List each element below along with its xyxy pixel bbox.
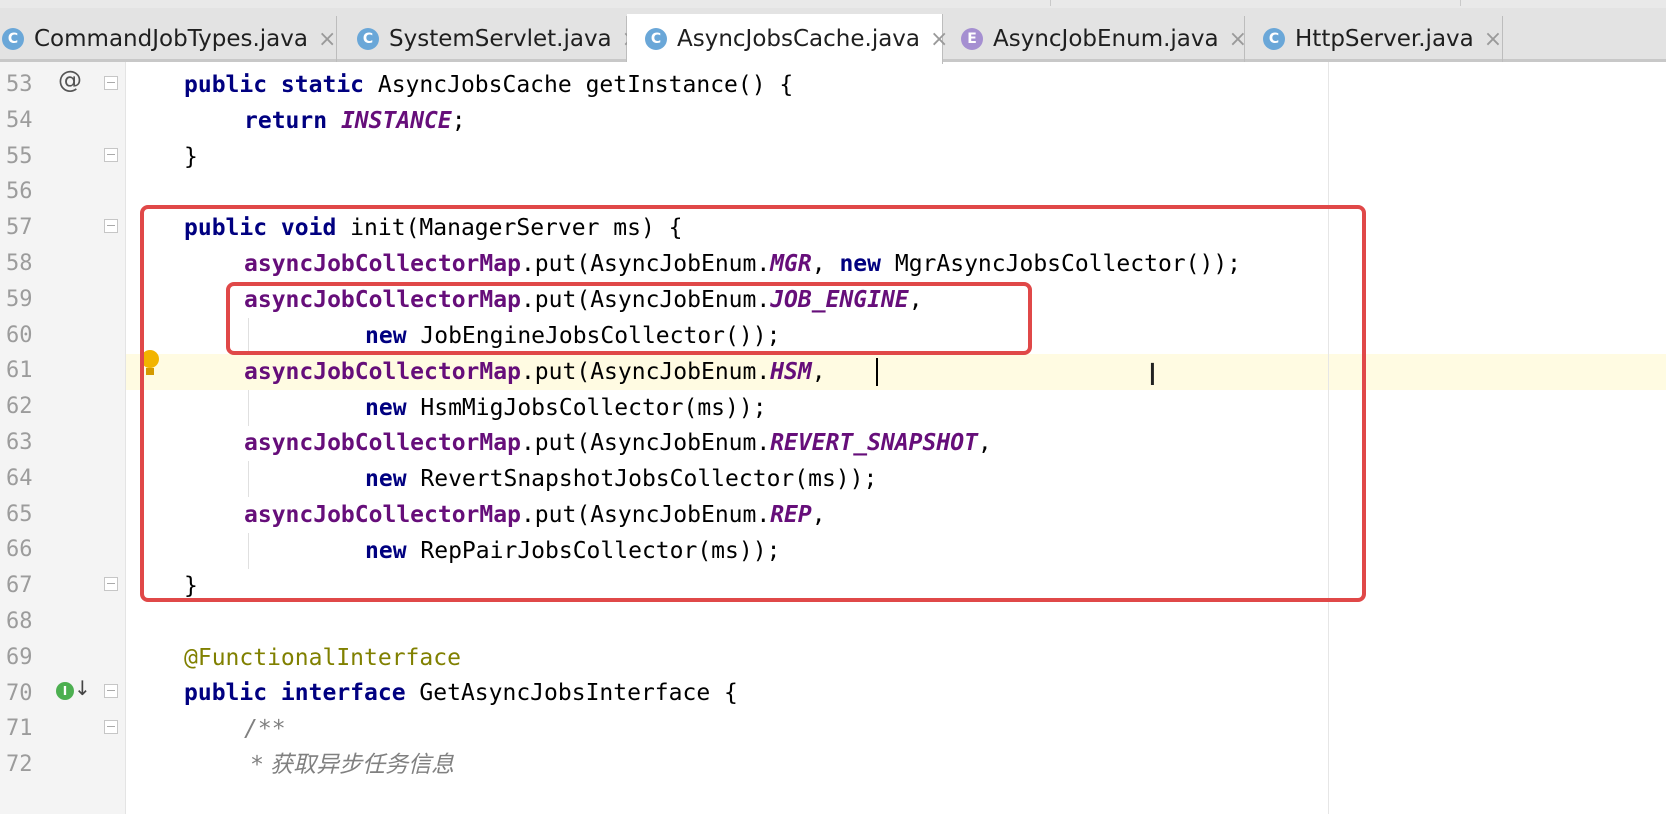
line-number: 60 <box>6 323 33 348</box>
close-icon[interactable]: × <box>318 27 336 52</box>
line-number: 56 <box>6 179 33 204</box>
implemented-arrow-icon[interactable]: ↓ <box>74 676 91 700</box>
toolbar-segment <box>1050 0 1201 6</box>
highlight-box-init-method <box>140 205 1366 602</box>
gutter-separator <box>125 62 126 814</box>
implemented-icon[interactable]: I <box>56 682 74 700</box>
code-line-69[interactable]: @FunctionalInterface <box>184 640 461 676</box>
override-icon[interactable]: @ <box>58 66 82 94</box>
enum-icon: E <box>961 28 983 50</box>
code-line-70[interactable]: public interface GetAsyncJobsInterface { <box>184 675 738 711</box>
line-number: 62 <box>6 394 33 419</box>
code-keyword: public static <box>184 72 365 98</box>
line-number: 66 <box>6 537 33 562</box>
class-icon: C <box>2 28 24 50</box>
code-text: ; <box>451 108 466 134</box>
line-number: 70 <box>6 681 33 706</box>
code-text: } <box>184 144 198 170</box>
code-keyword: return <box>244 108 328 134</box>
line-number: 72 <box>6 752 33 777</box>
line-number: 63 <box>6 430 33 455</box>
code-line-72[interactable]: * 获取异步任务信息 <box>244 747 454 783</box>
tab-label: HttpServer.java <box>1295 26 1474 52</box>
fold-marker[interactable] <box>104 76 118 90</box>
code-line-71[interactable]: /** <box>244 711 286 747</box>
code-line-55[interactable]: } <box>184 139 198 175</box>
code-comment: /** <box>244 716 286 742</box>
class-icon: C <box>1263 28 1285 50</box>
code-keyword: public interface <box>184 680 406 706</box>
fold-marker[interactable] <box>104 148 118 162</box>
line-number: 59 <box>6 287 33 312</box>
class-icon: C <box>357 28 379 50</box>
line-number: 58 <box>6 251 33 276</box>
line-number: 57 <box>6 215 33 240</box>
line-number: 61 <box>6 358 33 383</box>
fold-marker[interactable] <box>104 684 118 698</box>
code-line-53[interactable]: public static AsyncJobsCache getInstance… <box>184 67 793 103</box>
fold-marker[interactable] <box>104 720 118 734</box>
line-number: 71 <box>6 716 33 741</box>
line-number: 53 <box>6 72 33 97</box>
line-number: 64 <box>6 466 33 491</box>
code-line-54[interactable]: return INSTANCE; <box>244 103 466 139</box>
code-constant: INSTANCE <box>340 108 452 134</box>
line-number: 67 <box>6 573 33 598</box>
line-number: 68 <box>6 609 33 634</box>
tab-commandjobtypes[interactable]: C CommandJobTypes.java × <box>0 16 337 62</box>
code-text: GetAsyncJobsInterface { <box>405 680 738 706</box>
tab-asyncjobscache[interactable]: C AsyncJobsCache.java × <box>627 14 948 64</box>
tab-httpserver[interactable]: C HttpServer.java × <box>1245 16 1503 62</box>
line-number: 65 <box>6 502 33 527</box>
close-icon[interactable]: × <box>1484 27 1502 52</box>
tab-systemservlet[interactable]: C SystemServlet.java × <box>337 16 640 62</box>
code-annotation: @FunctionalInterface <box>184 645 461 671</box>
tab-label: SystemServlet.java <box>389 26 612 52</box>
class-icon: C <box>645 28 667 50</box>
code-text: AsyncJobsCache getInstance() { <box>364 72 794 98</box>
toolbar-segment <box>1460 0 1666 6</box>
line-number: 54 <box>6 108 33 133</box>
tab-label: AsyncJobEnum.java <box>993 26 1219 52</box>
window-top-strip <box>0 0 1666 8</box>
fold-marker[interactable] <box>104 219 118 233</box>
code-comment: * 获取异步任务信息 <box>244 752 455 778</box>
line-number: 69 <box>6 645 33 670</box>
fold-marker[interactable] <box>104 577 118 591</box>
tab-label: CommandJobTypes.java <box>34 26 308 52</box>
line-number: 55 <box>6 144 33 169</box>
tab-label: AsyncJobsCache.java <box>677 26 921 52</box>
tab-asyncjobenum[interactable]: E AsyncJobEnum.java × <box>943 16 1247 62</box>
highlight-box-job-engine <box>226 282 1032 355</box>
editor-tab-bar: C CommandJobTypes.java × C SystemServlet… <box>0 8 1666 64</box>
